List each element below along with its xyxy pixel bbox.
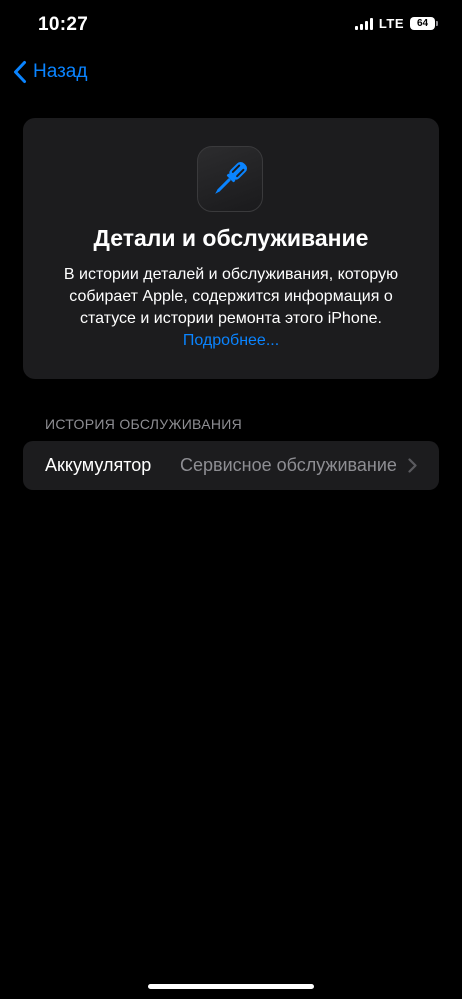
screwdriver-icon (197, 146, 263, 212)
service-history-header: ИСТОРИЯ ОБСЛУЖИВАНИЯ (45, 416, 243, 432)
battery-level: 64 (410, 17, 435, 30)
battery-icon: 64 (410, 17, 438, 30)
screen: 10:27 LTE 64 Назад Детали и обслуживание… (0, 0, 462, 999)
service-history-row-battery[interactable]: Аккумулятор Сервисное обслуживание (23, 441, 439, 490)
network-type: LTE (378, 16, 404, 31)
row-value: Сервисное обслуживание (180, 455, 397, 475)
card-title: Детали и обслуживание (93, 225, 369, 251)
back-button[interactable]: Назад (13, 60, 87, 84)
card-description-text: В истории деталей и обслуживания, котору… (63, 266, 399, 327)
parts-service-info-card: Детали и обслуживание В истории деталей … (23, 118, 439, 379)
chevron-left-icon (14, 61, 26, 83)
back-button-label: Назад (33, 61, 88, 82)
card-description: В истории деталей и обслуживания, котору… (43, 264, 419, 352)
home-indicator[interactable] (148, 984, 314, 989)
status-time: 10:27 (38, 14, 89, 35)
status-bar: 10:27 LTE 64 (0, 0, 462, 50)
learn-more-link[interactable]: Подробнее... (183, 332, 279, 349)
status-indicators: LTE 64 (354, 16, 438, 31)
battery-cap (436, 21, 438, 26)
row-label: Аккумулятор (45, 455, 152, 475)
cellular-signal-icon (354, 17, 373, 30)
chevron-right-icon (408, 458, 417, 473)
